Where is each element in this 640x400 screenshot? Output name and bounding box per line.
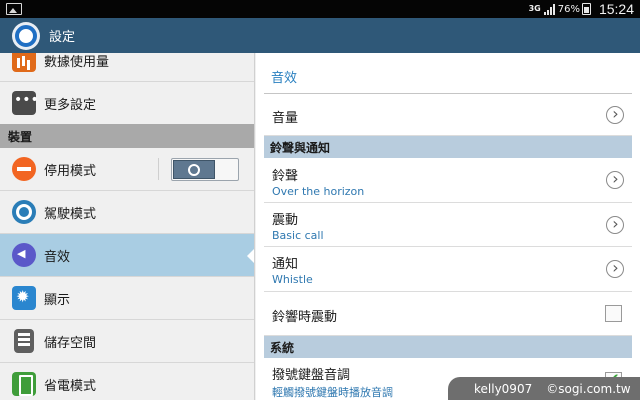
sidebar-item-label: 顯示 [44,292,71,308]
toggle-knob [173,160,215,179]
watermark-site: sogi.com.tw [546,382,630,396]
notification-row[interactable]: 通知 Whistle [264,247,632,292]
sidebar-item-more-settings[interactable]: 更多設定 [0,82,254,125]
notification-value: Whistle [272,273,313,286]
more-settings-icon [12,91,39,115]
vibrate-when-ringing-label: 鈴響時震動 [272,310,338,325]
app-title: 設定 [49,30,76,45]
chevron-right-icon [606,260,624,278]
clock: 15:24 [598,1,634,17]
battery-icon [581,3,591,15]
driving-mode-icon [12,200,36,224]
sidebar-item-label: 駕駛模式 [44,206,97,222]
sidebar-item-data-usage[interactable]: 數據使用量 [0,53,254,82]
volume-label: 音量 [272,111,299,126]
block-mode-icon [12,157,36,181]
signal-strength-icon [543,3,555,15]
dialing-tone-value: 輕觸撥號鍵盤時播放音調 [272,386,393,399]
gallery-notification-icon [6,3,22,15]
sidebar-item-label: 省電模式 [44,378,97,394]
vibrate-when-ringing-row[interactable]: 鈴響時震動 [264,292,632,336]
toggle-divider [158,158,159,180]
ringtone-label: 鈴聲 [272,169,299,184]
chevron-right-icon [606,171,624,189]
action-bar: 設定 [0,18,640,53]
ringtone-row[interactable]: 鈴聲 Over the horizon [264,158,632,203]
vibration-value: Basic call [272,229,324,242]
dialing-tone-label: 撥號鍵盤音調 [272,368,351,383]
sidebar-item-label: 更多設定 [44,97,97,113]
sidebar-item-label: 數據使用量 [44,54,110,70]
sound-settings-pane: 音效 音量 鈴聲與通知 鈴聲 Over the horizon 震動 Basic… [256,53,640,400]
status-bar: 3G 76% 15:24 [0,0,640,18]
sidebar-item-display[interactable]: 顯示 [0,277,254,320]
sidebar-item-storage[interactable]: 儲存空間 [0,320,254,363]
settings-sidebar: 數據使用量 更多設定 裝置 停用模式 駕駛模式 音效 顯示 儲存空間 省電模式 [0,53,255,400]
storage-icon [14,329,34,353]
vibration-label: 震動 [272,213,299,228]
ringtone-value: Over the horizon [272,185,365,198]
sidebar-item-block-mode[interactable]: 停用模式 [0,148,254,191]
sidebar-section-device: 裝置 [0,124,254,148]
power-saving-icon [12,372,36,396]
sidebar-item-label: 儲存空間 [44,335,97,351]
watermark: kelly0907 sogi.com.tw [448,377,640,400]
watermark-user: kelly0907 [474,381,533,396]
display-icon [12,286,36,310]
page-title: 音效 [271,71,298,86]
chevron-right-icon [606,216,624,234]
data-usage-icon [12,53,36,72]
sidebar-item-sound[interactable]: 音效 [0,234,254,277]
network-type: 3G [528,4,541,13]
battery-percent: 76% [557,3,580,15]
vibration-row[interactable]: 震動 Basic call [264,203,632,247]
section-system: 系統 [264,336,632,358]
block-mode-toggle[interactable] [171,158,239,181]
volume-row[interactable]: 音量 [264,94,632,136]
settings-gear-icon[interactable] [12,21,40,50]
sidebar-item-driving-mode[interactable]: 駕駛模式 [0,191,254,234]
sidebar-item-label: 停用模式 [44,163,97,179]
sidebar-item-label: 音效 [44,249,71,265]
notification-label: 通知 [272,257,299,272]
chevron-right-icon [606,106,624,124]
vibrate-when-ringing-checkbox[interactable] [605,305,622,322]
sidebar-item-power-saving[interactable]: 省電模式 [0,363,254,400]
sound-icon [12,243,36,267]
section-ringtones-notifications: 鈴聲與通知 [264,136,632,158]
